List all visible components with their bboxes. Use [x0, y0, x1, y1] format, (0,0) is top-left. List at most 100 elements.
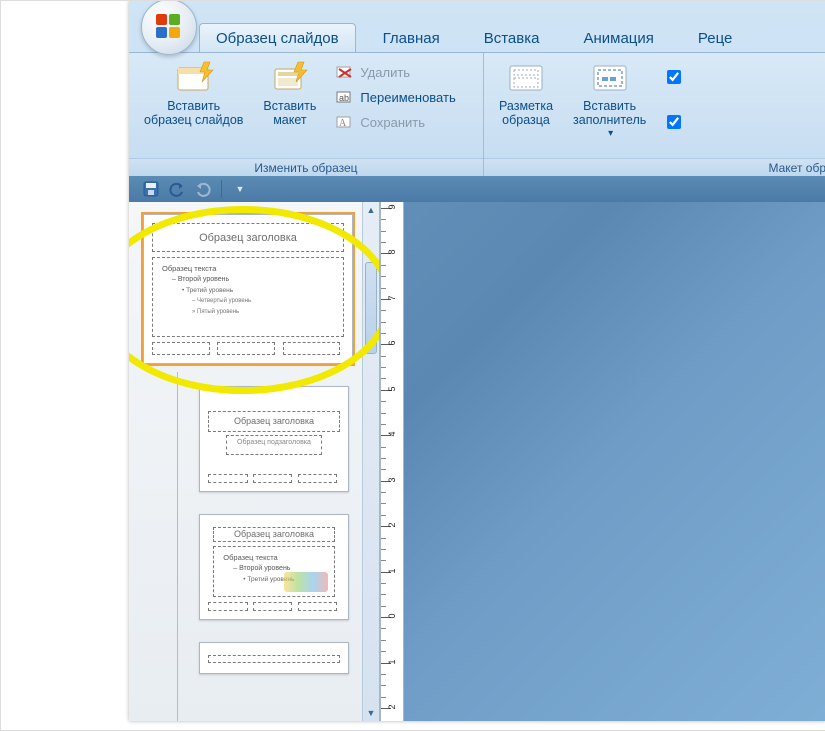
save-icon	[143, 181, 159, 197]
page-layout-icon	[506, 60, 546, 96]
ruler-tick-label: 8	[387, 245, 397, 259]
layout3-title-placeholder: Образец заголовка	[213, 527, 334, 543]
checkbox-2[interactable]	[659, 110, 688, 134]
rename-icon: ab	[336, 89, 354, 105]
group-edit-master-label: Изменить образец	[129, 158, 483, 177]
scrollbar-thumb[interactable]	[365, 262, 377, 354]
layout2-footer-1	[208, 474, 248, 483]
svg-text:A: A	[339, 118, 347, 129]
master-footer-2	[217, 342, 275, 355]
office-logo-icon	[156, 14, 182, 40]
ruler-tick-label: 0	[387, 609, 397, 623]
insert-placeholder-label: Вставить заполнитель	[573, 99, 646, 127]
master-footer-3	[283, 342, 341, 355]
tab-home[interactable]: Главная	[366, 23, 457, 53]
ribbon-group-master-layout: Разметка образца Вставить заполнитель	[484, 53, 825, 177]
preserve-button[interactable]: A Сохранить	[329, 111, 462, 133]
ruler-tick-label: 4	[387, 427, 397, 441]
ruler-tick-label: 7	[387, 291, 397, 305]
layout2-footer-2	[253, 474, 293, 483]
checkbox-2-input[interactable]	[667, 115, 681, 129]
layout-thumbnail-title[interactable]: Образец заголовка Образец подзаголовка	[199, 386, 349, 492]
powerpoint-window: Образец слайдов Главная Вставка Анимация…	[129, 1, 825, 721]
insert-slide-master-button[interactable]: Вставить образец слайдов	[137, 57, 250, 128]
thumbnail-scrollbar[interactable]: ▲ ▼	[362, 202, 379, 721]
ribbon-tabs: Образец слайдов Главная Вставка Анимация…	[199, 23, 749, 53]
delete-button[interactable]: Удалить	[329, 61, 462, 83]
layout3-l1: Образец текста	[223, 552, 324, 563]
ruler-tick-label: 1	[387, 655, 397, 669]
insert-slide-master-label: Вставить образец слайдов	[144, 99, 243, 127]
body-level1: Образец текста	[162, 263, 334, 274]
rename-label: Переименовать	[360, 90, 455, 105]
delete-slide-icon	[336, 64, 354, 80]
body-level4: – Четвертый уровень	[192, 296, 334, 307]
layout3-body-placeholder: Образец текста – Второй уровень • Третий…	[213, 546, 334, 597]
scroll-down-icon[interactable]: ▼	[363, 705, 379, 721]
master-slide-thumbnail[interactable]: Образец заголовка Образец текста – Второ…	[143, 214, 353, 364]
checkbox-1[interactable]	[659, 65, 688, 89]
tab-animation[interactable]: Анимация	[566, 23, 670, 53]
layout-thumbnail-partial[interactable]	[199, 642, 349, 674]
layout3-footer-2	[253, 602, 293, 611]
thumbnail-scroll-area[interactable]: Образец заголовка Образец текста – Второ…	[129, 202, 363, 721]
slide-editor-area[interactable]	[404, 202, 825, 721]
ruler-tick-label: 2	[387, 518, 397, 532]
layout3-footer-3	[298, 602, 338, 611]
ruler-tick-label: 2	[387, 700, 397, 714]
edit-master-small-buttons: Удалить ab Переименовать	[329, 57, 462, 133]
delete-label: Удалить	[360, 65, 410, 80]
body-level2: – Второй уровень	[172, 274, 334, 285]
layout-checkboxes	[659, 57, 688, 134]
qat-customize-button[interactable]: ▼	[230, 179, 250, 199]
rename-button[interactable]: ab Переименовать	[329, 86, 462, 108]
layout-tree-line	[177, 372, 178, 721]
placeholder-icon	[590, 60, 630, 96]
master-footer-1	[152, 342, 210, 355]
layout2-subtitle-placeholder: Образец подзаголовка	[226, 435, 321, 454]
ribbon-group-edit-master: Вставить образец слайдов Вставить макет	[129, 53, 484, 177]
workspace: Образец заголовка Образец текста – Второ…	[129, 202, 825, 721]
qat-undo-button[interactable]	[167, 179, 187, 199]
master-title-placeholder: Образец заголовка	[152, 223, 344, 252]
ribbon: Вставить образец слайдов Вставить макет	[129, 52, 825, 178]
insert-placeholder-button[interactable]: Вставить заполнитель	[566, 57, 653, 142]
tab-slide-master[interactable]: Образец слайдов	[199, 23, 356, 53]
master-layout-button[interactable]: Разметка образца	[492, 57, 560, 128]
layout-icon	[272, 60, 308, 96]
slide-master-icon	[174, 60, 214, 96]
insert-layout-label: Вставить макет	[263, 99, 316, 127]
layout2-title-placeholder: Образец заголовка	[208, 411, 340, 432]
ruler-tick-label: 6	[387, 336, 397, 350]
insert-layout-button[interactable]: Вставить макет	[256, 57, 323, 128]
save-master-icon: A	[336, 114, 354, 130]
tab-insert[interactable]: Вставка	[467, 23, 557, 53]
preserve-label: Сохранить	[360, 115, 425, 130]
layout4-title-placeholder	[208, 655, 340, 663]
qat-redo-button[interactable]	[193, 179, 213, 199]
layout3-title-text: Образец заголовка	[234, 529, 314, 539]
undo-icon	[169, 181, 185, 197]
ruler-tick-label: 3	[387, 473, 397, 487]
scroll-up-icon[interactable]: ▲	[363, 202, 379, 218]
layout-thumbnail-content[interactable]: Образец заголовка Образец текста – Второ…	[199, 514, 349, 620]
redo-icon	[195, 181, 211, 197]
master-body-placeholder: Образец текста – Второй уровень • Третий…	[152, 257, 344, 336]
quick-access-toolbar: ▼	[129, 176, 825, 202]
tab-review[interactable]: Реце	[681, 23, 749, 53]
qat-separator	[221, 180, 222, 198]
office-button[interactable]	[141, 0, 197, 55]
svg-text:ab: ab	[339, 93, 349, 103]
group-master-layout-label: Макет обр	[484, 158, 825, 177]
layout2-title-text: Образец заголовка	[234, 416, 314, 426]
layout3-footer-1	[208, 602, 248, 611]
master-layout-label: Разметка образца	[499, 99, 553, 127]
ruler-tick-label: 9	[387, 200, 397, 214]
checkbox-1-input[interactable]	[667, 70, 681, 84]
qat-save-button[interactable]	[141, 179, 161, 199]
vertical-ruler: 987654321012	[380, 202, 404, 721]
slide-thumbnail-pane: Образец заголовка Образец текста – Второ…	[129, 202, 380, 721]
body-level5: » Пятый уровень	[192, 307, 334, 318]
layout2-footer-3	[298, 474, 338, 483]
ruler-tick-label: 5	[387, 382, 397, 396]
